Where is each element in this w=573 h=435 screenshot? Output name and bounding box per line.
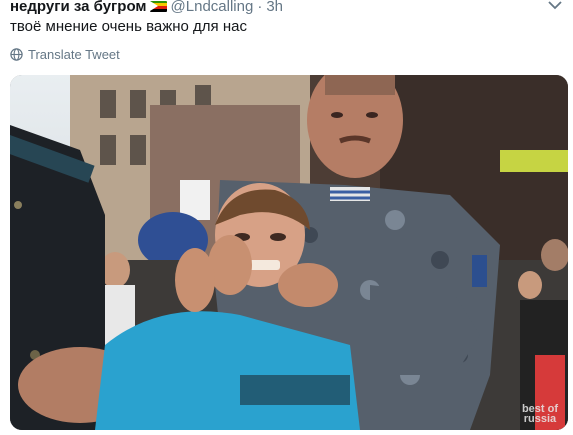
watermark-line2: russia <box>523 413 557 425</box>
media-watermark: best of russia <box>522 404 558 425</box>
translate-label: Translate Tweet <box>28 47 120 62</box>
author-name[interactable]: недруги за бугром <box>10 0 147 15</box>
chevron-down-icon[interactable] <box>547 0 563 10</box>
tweet-header: недруги за бугром @Lndcalling · 3h <box>10 0 283 16</box>
photo-illustration <box>10 75 568 430</box>
tweet-timestamp[interactable]: 3h <box>266 0 283 15</box>
translate-tweet-link[interactable]: Translate Tweet <box>10 47 120 62</box>
author-handle[interactable]: @Lndcalling <box>171 0 254 15</box>
globe-icon <box>10 48 23 61</box>
tweet-photo[interactable]: best of russia <box>10 75 568 430</box>
separator-dot: · <box>257 0 263 15</box>
zimbabwe-flag-icon <box>149 0 167 12</box>
tweet-text: твоё мнение очень важно для нас <box>10 18 247 35</box>
